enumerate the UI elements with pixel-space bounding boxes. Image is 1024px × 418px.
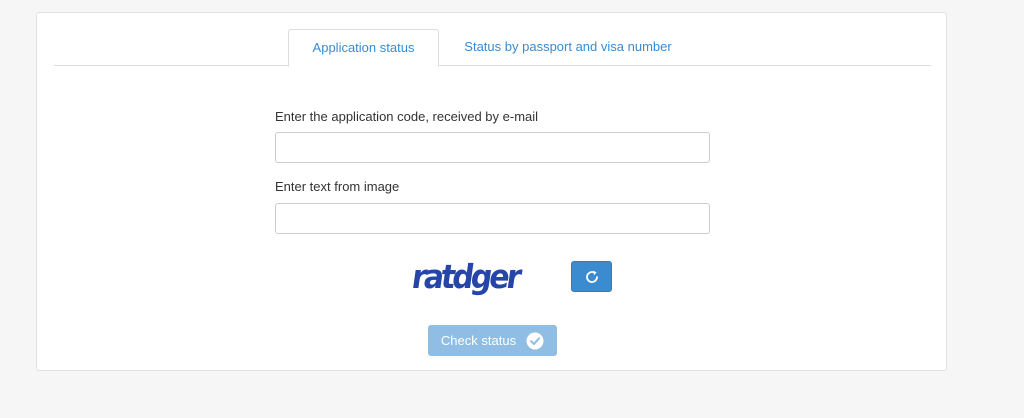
application-code-input[interactable]	[275, 132, 710, 163]
tab-status-by-passport[interactable]: Status by passport and visa number	[446, 29, 690, 66]
refresh-captcha-button[interactable]	[571, 261, 612, 292]
svg-text:ratdger: ratdger	[413, 259, 523, 296]
application-code-label: Enter the application code, received by …	[275, 109, 539, 124]
check-status-label: Check status	[440, 333, 517, 348]
refresh-icon	[585, 270, 598, 283]
tab-bar: Application status Status by passport an…	[54, 29, 931, 67]
captcha-input[interactable]	[275, 203, 710, 234]
captcha-label: Enter text from image	[275, 179, 400, 194]
check-circle-icon	[526, 332, 544, 349]
status-panel: Application status Status by passport an…	[36, 12, 947, 371]
check-status-button[interactable]: Check status	[428, 325, 557, 356]
tab-application-status[interactable]: Application status	[288, 29, 439, 67]
captcha-image: ratdger	[413, 259, 523, 296]
